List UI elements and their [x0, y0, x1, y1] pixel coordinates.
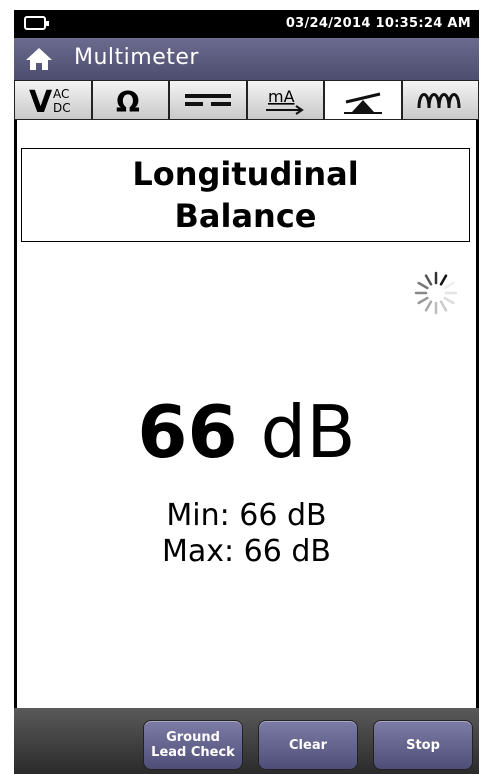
volts-ac-dc-icon: V AC DC [29, 85, 71, 116]
svg-text:Ω: Ω [116, 86, 140, 116]
ground-button-line-2: Lead Check [151, 745, 235, 760]
device-screen: 03/24/2014 10:35:24 AM Multimeter V AC D… [14, 10, 479, 774]
tab-balance[interactable] [325, 81, 401, 119]
clear-button[interactable]: Clear [258, 720, 358, 770]
svg-text:V: V [29, 85, 53, 116]
home-icon[interactable] [24, 46, 54, 72]
ground-lead-check-button[interactable]: Ground Lead Check [143, 720, 243, 770]
ground-button-line-1: Ground [166, 730, 220, 745]
stop-button[interactable]: Stop [373, 720, 473, 770]
svg-text:DC: DC [53, 101, 71, 115]
action-bar: Ground Lead Check Clear Stop [14, 708, 479, 774]
min-value: Min: 66 dB [166, 498, 327, 533]
ohm-icon: Ω [116, 86, 140, 116]
tab-volts-ac-dc[interactable]: V AC DC [15, 81, 91, 119]
measurement-heading: Longitudinal Balance [21, 148, 470, 242]
title-bar: Multimeter [14, 38, 479, 80]
battery-icon [24, 16, 49, 30]
measurement-value: 66 [137, 390, 238, 474]
heading-line-2: Balance [174, 197, 317, 235]
min-max-readout: Min: 66 dB Max: 66 dB [17, 498, 476, 570]
heading-line-1: Longitudinal [132, 155, 359, 193]
svg-text:AC: AC [53, 87, 69, 101]
measurement-reading: 66 dB [17, 390, 476, 474]
balance-icon [343, 92, 382, 114]
tab-inductance[interactable] [402, 81, 478, 119]
capacitance-icon [184, 94, 231, 106]
app-title: Multimeter [74, 45, 199, 70]
coil-icon [417, 93, 461, 109]
milliamp-icon: mA [266, 87, 305, 115]
max-value: Max: 66 dB [162, 534, 331, 569]
svg-text:mA: mA [268, 87, 295, 106]
tab-capacitance[interactable] [170, 81, 246, 119]
loading-spinner-icon [414, 271, 458, 315]
mode-tabs: V AC DC Ω mA [14, 80, 479, 120]
tab-resistance[interactable]: Ω [92, 81, 168, 119]
tab-milliamp[interactable]: mA [247, 81, 323, 119]
datetime: 03/24/2014 10:35:24 AM [285, 16, 471, 31]
status-bar: 03/24/2014 10:35:24 AM [14, 10, 479, 38]
measurement-panel: Longitudinal Balance 66 dB Min: 66 dB Ma… [17, 120, 476, 708]
measurement-unit: dB [260, 390, 356, 474]
